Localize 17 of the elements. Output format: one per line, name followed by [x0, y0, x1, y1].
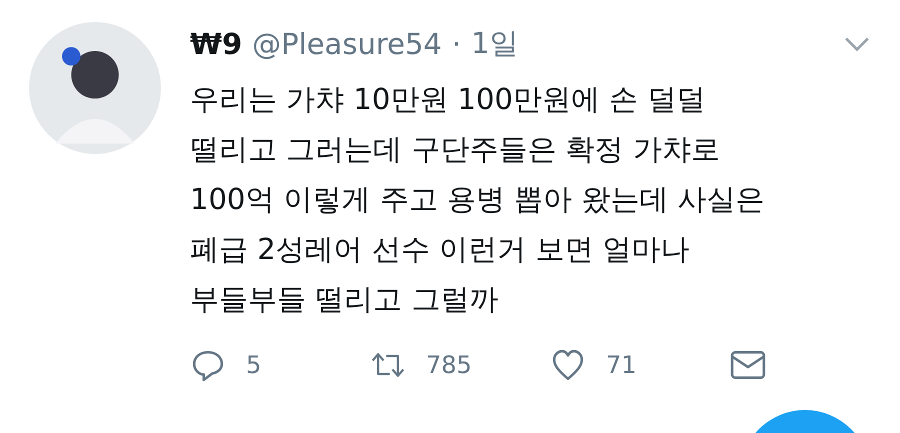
tweet-time: 1일: [471, 25, 519, 62]
chevron-icon[interactable]: [844, 36, 870, 52]
display-name[interactable]: ₩9: [190, 27, 242, 61]
heart-icon[interactable]: [550, 348, 586, 382]
reply-icon[interactable]: [190, 348, 226, 382]
tweet-text-line: 100억 이렇게 주고 용병 뽑아 왔는데 사실은: [190, 181, 766, 218]
user-handle: @Pleasure54: [252, 27, 442, 61]
envelope-icon[interactable]: [730, 348, 766, 382]
avatar[interactable]: [29, 22, 161, 154]
action-count: 5: [246, 351, 262, 379]
tweet-text-line: 우리는 가챠 10만원 100만원에 손 덜덜: [190, 81, 706, 118]
tweet-text-line: 떨리고 그러는데 구단주들은 확정 가챠로: [190, 131, 721, 168]
tweet-text-line: 폐급 2성레어 선수 이런거 보면 얼마나: [190, 231, 691, 268]
separator: ·: [452, 27, 462, 61]
action-count: 71: [606, 351, 637, 379]
tweet-text-line: 부들부들 떨리고 그럴까: [190, 281, 500, 318]
action-count: 785: [426, 351, 472, 379]
